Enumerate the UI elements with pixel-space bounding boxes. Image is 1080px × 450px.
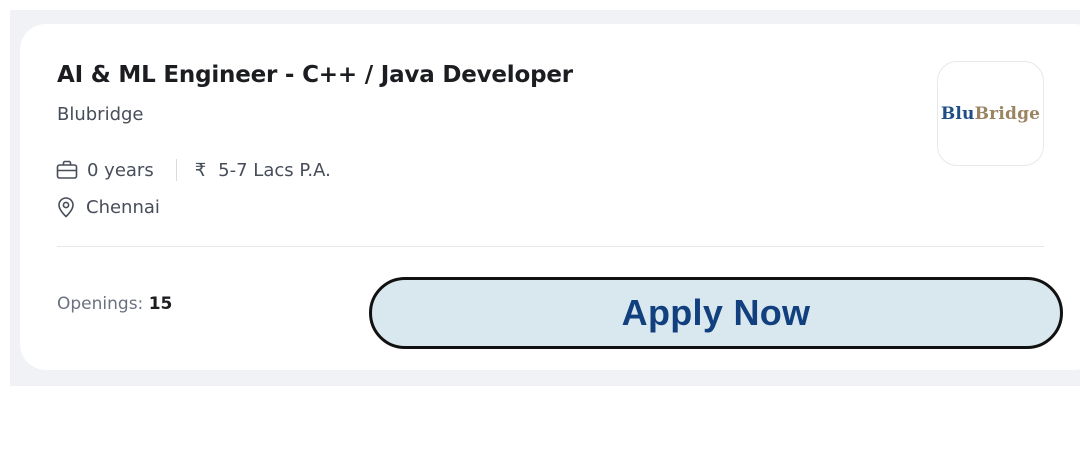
meta-divider: [175, 159, 177, 181]
briefcase-icon: [56, 160, 78, 180]
location-row: Chennai: [56, 195, 160, 219]
company-logo[interactable]: Blu Bridge: [937, 61, 1044, 166]
rupee-icon: ₹: [194, 159, 207, 181]
company-name[interactable]: Blubridge: [57, 104, 144, 125]
experience-value: 0 years: [87, 159, 154, 181]
job-title[interactable]: AI & ML Engineer - C++ / Java Developer: [57, 62, 573, 88]
job-meta-row: 0 years ₹ 5-7 Lacs P.A.: [56, 158, 331, 182]
card-divider: [57, 246, 1044, 247]
location-value: Chennai: [86, 196, 160, 218]
logo-text-blu: Blu: [940, 103, 975, 124]
salary-value: 5-7 Lacs P.A.: [218, 159, 331, 181]
location-pin-icon: [56, 196, 76, 218]
openings-label: Openings:: [57, 294, 144, 314]
openings-count: 15: [148, 294, 173, 314]
logo-text-bridge: Bridge: [974, 103, 1041, 124]
salary-item: ₹ 5-7 Lacs P.A.: [195, 160, 331, 181]
openings-info: Openings: 15: [57, 294, 172, 314]
apply-now-button[interactable]: Apply Now: [369, 277, 1063, 349]
experience-item: 0 years: [56, 160, 154, 181]
